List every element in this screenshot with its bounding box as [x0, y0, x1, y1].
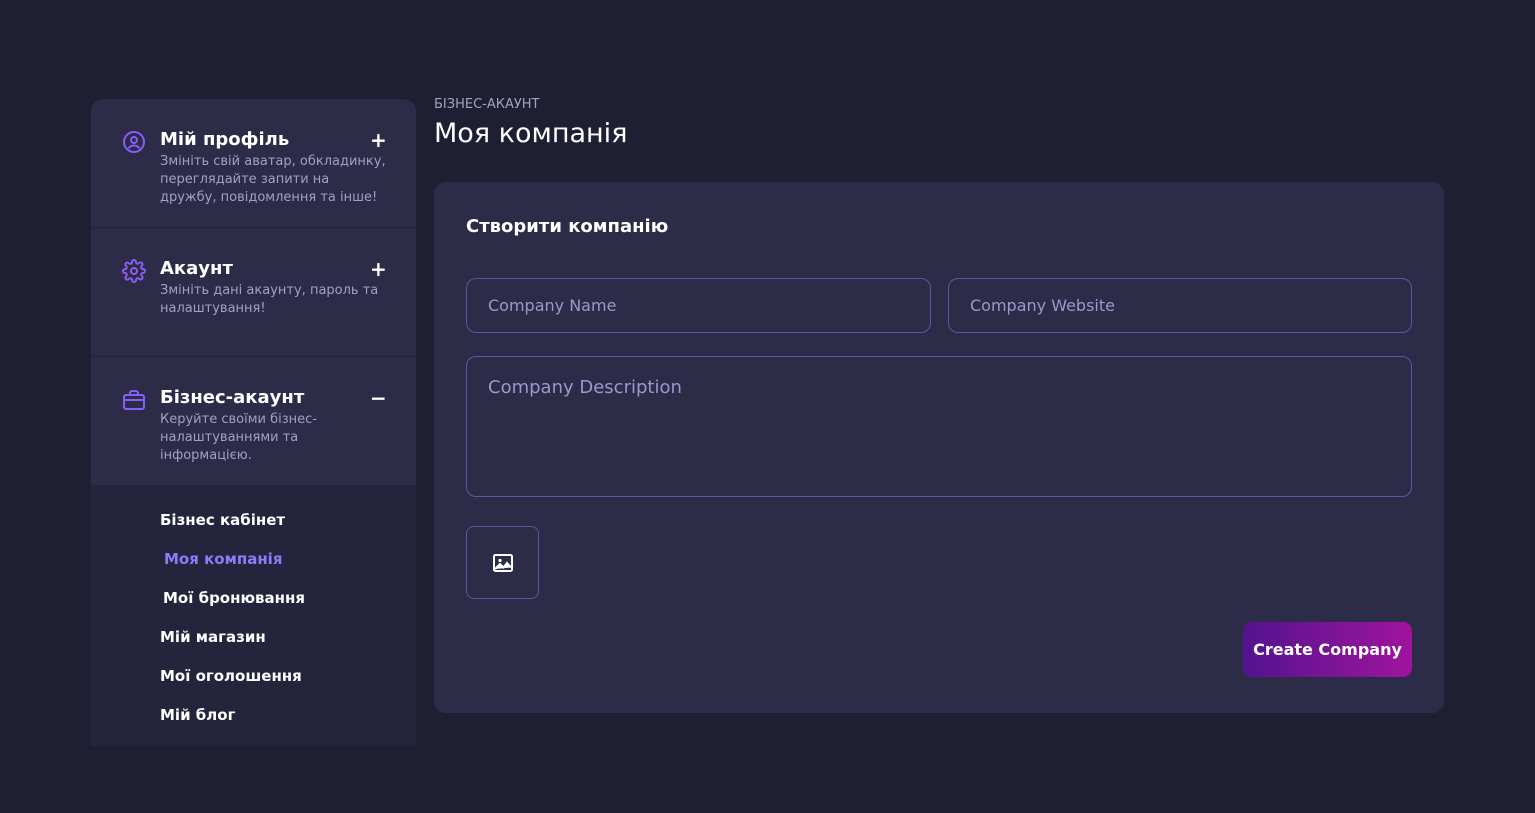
company-name-input[interactable]: [466, 278, 931, 333]
submenu-item-my-company[interactable]: Моя компанія: [91, 548, 416, 587]
page-title: Моя компанія: [434, 118, 628, 149]
create-company-card: Створити компанію Create Company: [434, 182, 1444, 713]
sidebar-section-description: Керуйте своїми бізнес-налаштуваннями та …: [160, 412, 317, 463]
briefcase-icon: [122, 388, 146, 412]
sidebar-section-business[interactable]: Бізнес-акаунт Керуйте своїми бізнес-нала…: [91, 357, 416, 486]
submenu-item-my-listings[interactable]: Мої оголошення: [91, 665, 416, 704]
breadcrumb: БІЗНЕС-АКАУНТ: [434, 97, 540, 112]
image-upload-button[interactable]: [466, 526, 539, 599]
submenu-item-business-cabinet[interactable]: Бізнес кабінет: [91, 509, 416, 548]
expand-toggle-button[interactable]: +: [370, 129, 387, 151]
submenu-item-my-shop[interactable]: Мій магазин: [91, 626, 416, 665]
company-website-input[interactable]: [948, 278, 1412, 333]
company-description-textarea[interactable]: [466, 356, 1412, 497]
sidebar-section-description: Змініть свій аватар, обкладинку, перегля…: [160, 154, 386, 205]
sidebar-section-profile[interactable]: Мій профіль Змініть свій аватар, обклади…: [91, 99, 416, 228]
sidebar-section-account[interactable]: Акаунт Змініть дані акаунту, пароль та н…: [91, 228, 416, 357]
business-submenu: Бізнес кабінет Моя компанія Мої бронюван…: [91, 486, 416, 746]
gear-icon: [122, 259, 146, 283]
sidebar-section-description: Змініть дані акаунту, пароль та налаштув…: [160, 283, 379, 316]
form-title: Створити компанію: [466, 216, 669, 237]
collapse-toggle-button[interactable]: −: [370, 387, 387, 409]
create-company-button[interactable]: Create Company: [1243, 622, 1412, 677]
user-circle-icon: [122, 130, 146, 154]
submenu-item-my-bookings[interactable]: Мої бронювання: [91, 587, 416, 626]
submenu-item-my-blog[interactable]: Мій блог: [91, 704, 416, 743]
expand-toggle-button[interactable]: +: [370, 258, 387, 280]
image-icon: [492, 553, 513, 572]
sidebar: Мій профіль Змініть свій аватар, обклади…: [91, 99, 416, 746]
